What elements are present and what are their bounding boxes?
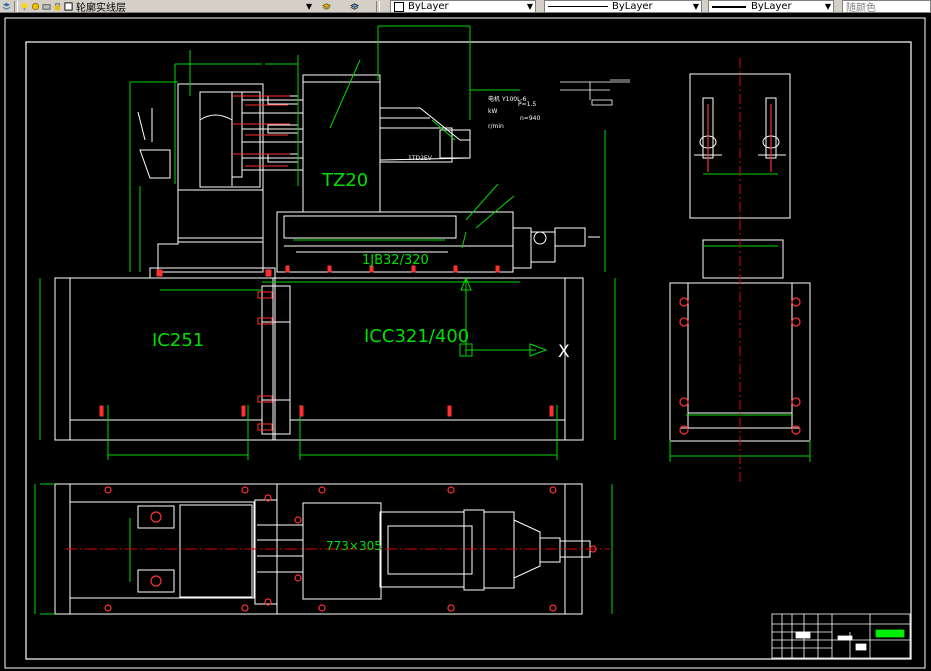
layer-previous-icon[interactable] <box>350 0 361 13</box>
light-bulb-icon[interactable] <box>20 2 29 11</box>
layer-color-swatch-icon[interactable] <box>64 2 73 11</box>
layer-name[interactable]: 轮廓实线层 <box>76 0 126 14</box>
front-red-features <box>99 95 554 431</box>
layer-state-icons[interactable]: 轮廓实线层 <box>20 0 126 14</box>
slide-unit-label: 1JB32/320 <box>362 253 429 268</box>
fixture-column <box>177 83 264 243</box>
lock-icon[interactable] <box>53 2 62 11</box>
motor-power-text: P=1.5 <box>518 101 536 108</box>
color-swatch <box>394 1 404 12</box>
detail-callout <box>560 79 630 106</box>
layer-toolbar: 轮廓实线层 ▼ ByLayer ▼ ByLayer ▼ ByLayer ▼ 随颜… <box>0 0 931 14</box>
plotstyle-control-value: 随颜色 <box>846 3 876 14</box>
chevron-down-icon[interactable]: ▼ <box>693 2 699 11</box>
make-current-layer-icon[interactable] <box>322 0 333 13</box>
lineweight-control[interactable]: ByLayer ▼ <box>708 0 834 13</box>
color-control-value: ByLayer <box>408 1 449 12</box>
spindle-box-label: TZ20 <box>321 170 368 191</box>
linetype-control[interactable]: ByLayer ▼ <box>544 0 702 13</box>
linetype-control-value: ByLayer <box>612 1 653 12</box>
middle-base-label: ICC321/400 <box>364 326 469 347</box>
front-elevation <box>54 74 600 441</box>
spindle-box <box>302 74 381 213</box>
lineweight-control-value: ByLayer <box>751 1 792 12</box>
motor-speed-text: n=940 <box>520 115 540 122</box>
print-icon[interactable] <box>42 2 51 11</box>
layer-dropdown-arrow[interactable]: ▼ <box>306 0 312 13</box>
middle-base-outline <box>272 277 584 441</box>
motor-kw-text: kW <box>488 108 497 115</box>
head-label: 1TD2EV <box>408 155 433 162</box>
layer-manager-icon[interactable] <box>2 0 13 13</box>
plotstyle-control[interactable]: 随颜色 <box>842 0 931 14</box>
linetype-preview <box>548 6 608 7</box>
color-control[interactable]: ByLayer ▼ <box>390 0 536 13</box>
title-block <box>771 613 911 659</box>
lineweight-preview <box>712 5 746 8</box>
x-axis-label: X <box>558 342 570 362</box>
front-dimensions <box>39 25 616 460</box>
motor-label: 电机 <box>488 95 500 103</box>
side-base-label: IC251 <box>152 330 204 351</box>
chevron-down-icon[interactable]: ▼ <box>527 2 533 11</box>
drawing-canvas[interactable]: TZ20 1JB32/320 IC251 ICC321/400 X 电机 Y10… <box>0 13 931 671</box>
plan-size-label: 773×305 <box>326 539 382 553</box>
sun-icon[interactable] <box>31 2 40 11</box>
chevron-down-icon[interactable]: ▼ <box>825 2 831 11</box>
motor-speed-unit-text: r/min <box>488 123 504 130</box>
